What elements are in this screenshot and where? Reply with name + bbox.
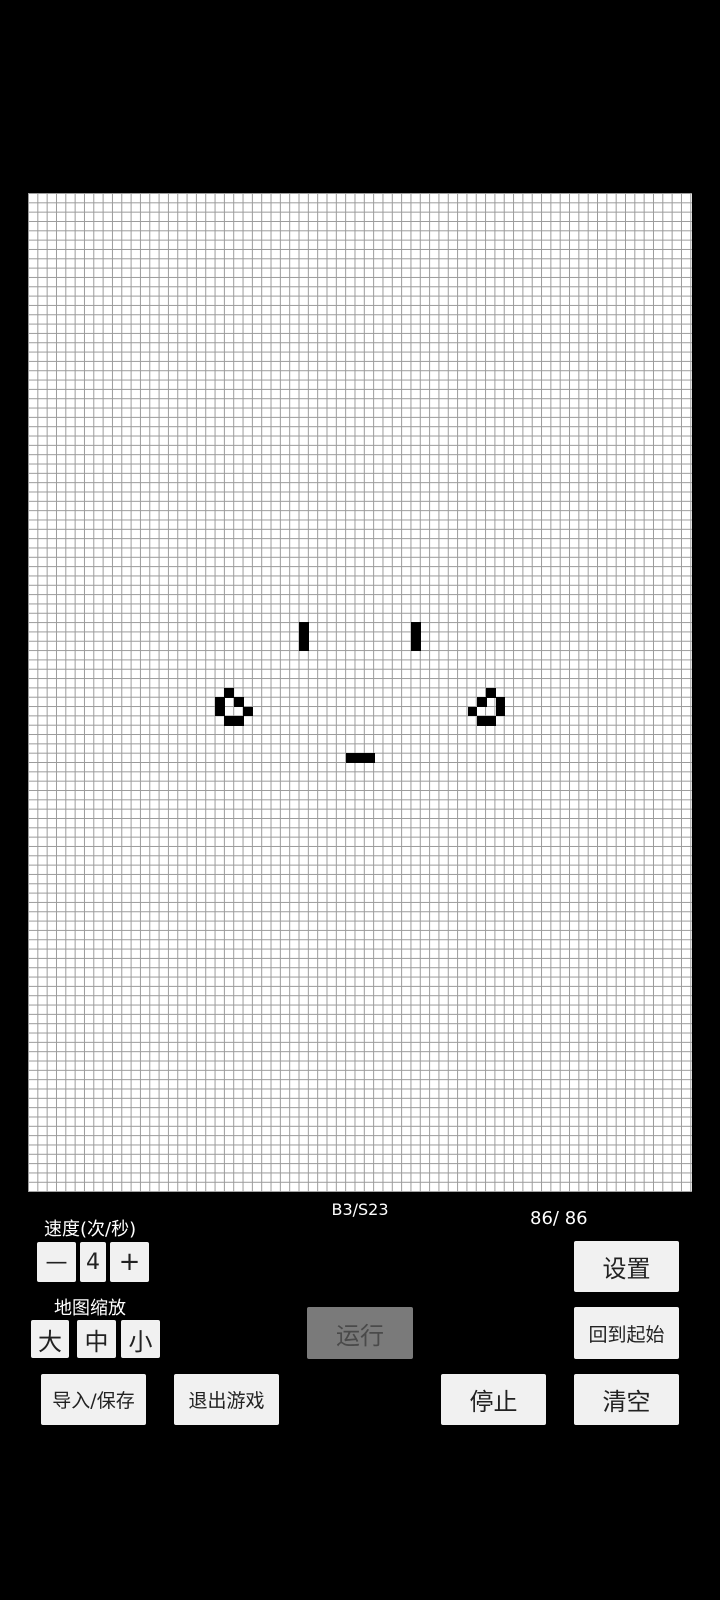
- live-cell[interactable]: [476, 715, 487, 726]
- speed-value: 4: [80, 1242, 106, 1282]
- population-counter: 86/ 86: [530, 1208, 588, 1229]
- speed-label: 速度(次/秒): [44, 1219, 137, 1240]
- speed-decrease-button[interactable]: —: [37, 1242, 76, 1282]
- live-cell[interactable]: [299, 641, 310, 651]
- zoom-medium-button[interactable]: 中: [77, 1320, 116, 1358]
- live-cell[interactable]: [411, 622, 422, 633]
- live-cell[interactable]: [476, 697, 487, 707]
- live-cell[interactable]: [355, 753, 366, 763]
- live-cell[interactable]: [411, 641, 422, 651]
- zoom-small-button[interactable]: 小: [121, 1320, 160, 1358]
- clear-button[interactable]: 清空: [574, 1374, 679, 1425]
- live-cell[interactable]: [486, 715, 497, 726]
- live-cell[interactable]: [364, 753, 375, 763]
- zoom-label: 地图缩放: [54, 1298, 126, 1319]
- live-cell[interactable]: [243, 706, 253, 717]
- stop-button[interactable]: 停止: [441, 1374, 546, 1425]
- settings-button[interactable]: 设置: [574, 1241, 679, 1292]
- exit-game-button[interactable]: 退出游戏: [174, 1374, 279, 1425]
- speed-increase-button[interactable]: +: [110, 1242, 149, 1282]
- game-board[interactable]: [28, 193, 692, 1192]
- import-save-button[interactable]: 导入/保存: [41, 1374, 146, 1425]
- live-cell[interactable]: [299, 622, 310, 633]
- live-cell[interactable]: [233, 715, 244, 726]
- back-to-start-button[interactable]: 回到起始: [574, 1307, 679, 1359]
- live-cell[interactable]: [215, 697, 225, 707]
- run-button[interactable]: 运行: [307, 1307, 413, 1359]
- live-cell[interactable]: [215, 706, 225, 717]
- live-cell[interactable]: [495, 706, 506, 717]
- live-cell[interactable]: [495, 697, 506, 707]
- zoom-large-button[interactable]: 大: [31, 1320, 69, 1358]
- rule-label: B3/S23: [331, 1200, 389, 1219]
- live-cell[interactable]: [233, 697, 244, 707]
